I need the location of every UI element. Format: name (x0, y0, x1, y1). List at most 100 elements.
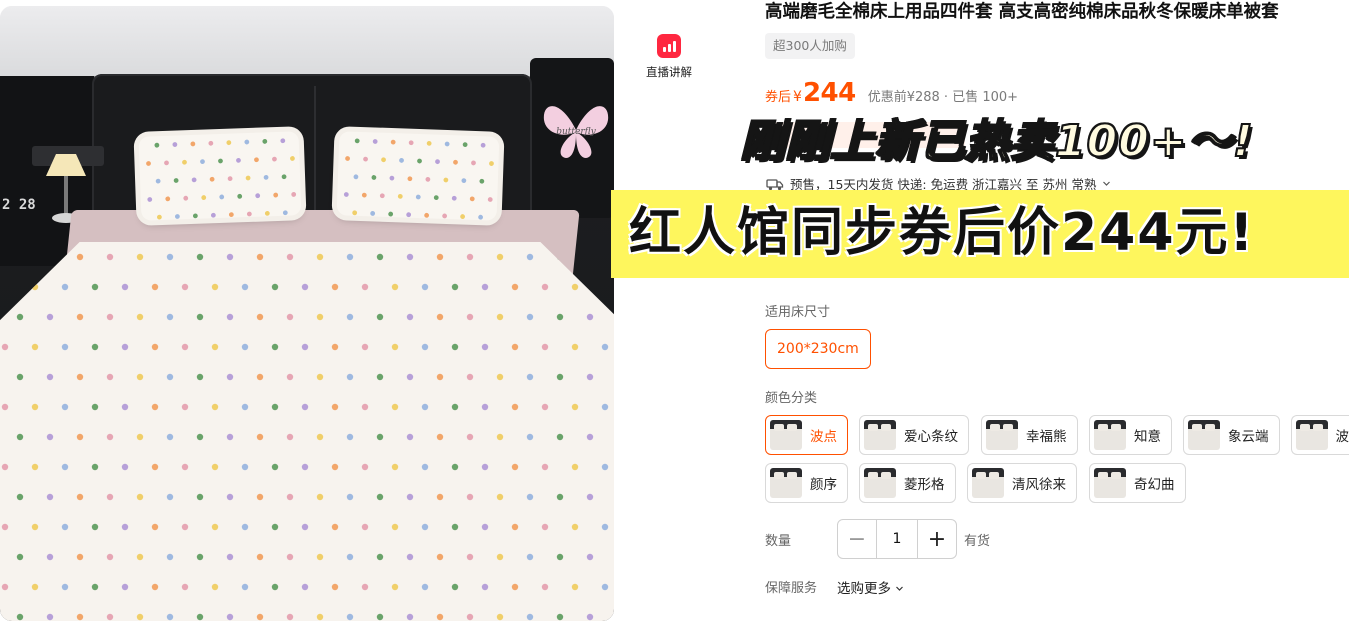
headline-overlay: 刚刚上新已热卖100+～! (739, 115, 1254, 168)
polka-dot (571, 523, 579, 531)
polka-dot (433, 195, 439, 201)
polka-dot (541, 463, 549, 471)
product-title: 高端磨毛全棉床上用品四件套 高支高密纯棉床品秋冬保暖床单被套 (765, 2, 1279, 22)
polka-dot (586, 433, 594, 441)
color-option[interactable]: 菱形格 (859, 463, 956, 503)
polka-dot (151, 583, 159, 591)
polka-dot (391, 283, 399, 291)
polka-dot (406, 433, 414, 441)
color-option[interactable]: 象云端 (1183, 415, 1280, 455)
live-explain-button[interactable]: 直播讲解 (640, 34, 698, 80)
polka-dot (406, 253, 414, 261)
polka-dot (151, 283, 159, 291)
polka-dot (571, 343, 579, 351)
polka-dot (601, 343, 609, 351)
polka-dot (511, 343, 519, 351)
polka-dot (466, 613, 474, 621)
polka-dot (208, 140, 214, 146)
polka-dot (496, 373, 504, 381)
polka-dot (462, 142, 468, 148)
polka-dot (106, 433, 114, 441)
product-main-image[interactable]: 2 28 butterfly (0, 6, 614, 621)
polka-dot (211, 583, 219, 591)
polka-dot (46, 553, 54, 561)
polka-dot (256, 433, 264, 441)
polka-dot (541, 343, 549, 351)
size-option-selected[interactable]: 200*230cm (765, 329, 871, 369)
quantity-input[interactable]: 1 (876, 520, 918, 558)
polka-dot (586, 613, 594, 621)
polka-dot (436, 433, 444, 441)
polka-dot (481, 523, 489, 531)
polka-dot (481, 343, 489, 351)
polka-dot (211, 523, 219, 531)
polka-dot (256, 373, 264, 381)
polka-dot (526, 613, 534, 621)
polka-dot (586, 493, 594, 501)
polka-dot (354, 138, 360, 144)
polka-dot (256, 553, 264, 561)
polka-dot (586, 313, 594, 321)
polka-dot (291, 192, 297, 197)
polka-dot (211, 343, 219, 351)
polka-dot (436, 313, 444, 321)
polka-dot (155, 178, 161, 184)
polka-dot (301, 343, 309, 351)
polka-dot (219, 194, 225, 200)
color-option[interactable]: 知意 (1089, 415, 1172, 455)
color-option[interactable]: 清风徐来 (967, 463, 1077, 503)
polka-dot (417, 158, 422, 164)
polka-dot (263, 174, 269, 180)
color-option[interactable]: 奇幻曲 (1089, 463, 1186, 503)
polka-dot (399, 158, 404, 163)
quantity-label: 数量 (765, 534, 792, 549)
polka-dot (436, 253, 444, 261)
color-option[interactable]: 幸福熊 (981, 415, 1078, 455)
quantity-decrease-button[interactable]: − (838, 520, 876, 558)
color-option[interactable]: 波点 (765, 415, 848, 455)
price-row: 券后 ¥ 244 优惠前¥288 · 已售 100+ (765, 78, 1018, 108)
polka-dot (226, 140, 232, 146)
polka-dot (376, 493, 384, 501)
polka-dot (376, 613, 384, 621)
polka-dot (391, 463, 399, 471)
polka-dot (76, 253, 84, 261)
polka-dot (466, 373, 474, 381)
color-option-label: 爱心条纹 (904, 429, 958, 445)
polka-dot (451, 283, 459, 291)
polka-dot (196, 253, 204, 261)
polka-dot (391, 343, 399, 351)
polka-dot (91, 583, 99, 591)
pillow-left (138, 131, 302, 221)
polka-dot (91, 343, 99, 351)
polka-dot (271, 463, 279, 471)
polka-dot (301, 403, 309, 411)
polka-dot (31, 343, 39, 351)
polka-dot (191, 177, 197, 183)
polka-dot (227, 176, 233, 182)
color-option[interactable]: 颜序 (765, 463, 848, 503)
polka-dot (481, 283, 489, 291)
polka-dot (352, 210, 358, 216)
color-thumbnail (770, 420, 802, 450)
polka-dot (106, 613, 114, 621)
polka-dot (496, 493, 504, 501)
polka-dot (76, 613, 84, 621)
polka-dot (241, 523, 249, 531)
polka-dot (61, 583, 69, 591)
polka-dot (556, 433, 564, 441)
polka-dot (91, 283, 99, 291)
guarantee-more-link[interactable]: 选购更多 (837, 577, 904, 597)
color-option[interactable]: 波 (1291, 415, 1349, 455)
polka-dot (237, 193, 243, 199)
quantity-increase-button[interactable]: + (918, 520, 956, 558)
polka-dot (91, 463, 99, 471)
polka-dot (254, 157, 259, 163)
chevron-down-icon (896, 586, 904, 591)
polka-dot (211, 463, 219, 471)
polka-dot (316, 553, 324, 561)
color-option[interactable]: 爱心条纹 (859, 415, 969, 455)
polka-dot (471, 160, 476, 166)
polka-dot (181, 463, 189, 471)
polka-dot (286, 253, 294, 261)
